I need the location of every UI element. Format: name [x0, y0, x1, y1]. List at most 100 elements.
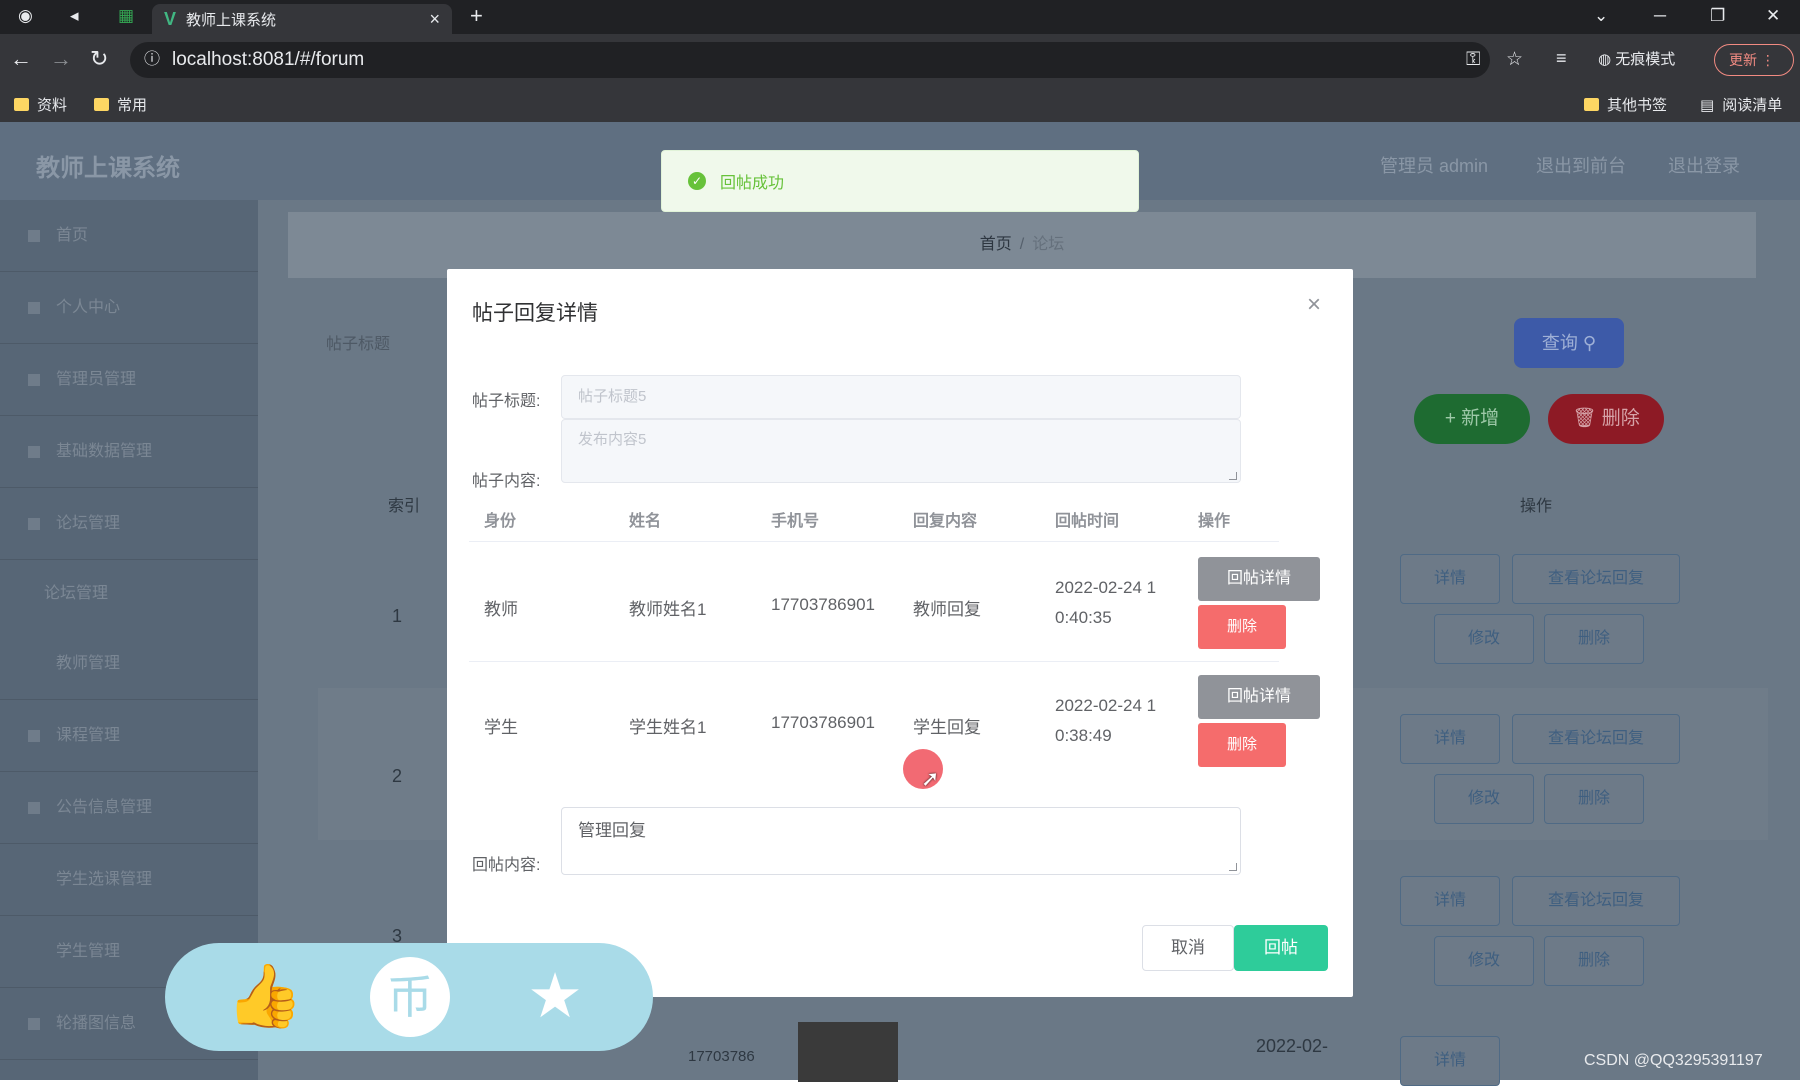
goto-frontend-link[interactable]: 退出到前台 [1536, 152, 1626, 178]
reply-role: 学生 [484, 718, 518, 737]
star-icon[interactable]: ☆ [1506, 42, 1523, 78]
sidebar-item-admin[interactable]: 管理员管理 [0, 344, 258, 416]
restore-icon[interactable]: ❐ [1710, 6, 1725, 26]
reply-name: 教师姓名1 [629, 600, 707, 619]
operation-column-header: 操作 [1520, 498, 1553, 515]
sidebar-item-teacher[interactable]: 教师管理 [0, 628, 258, 700]
thumbs-up-icon[interactable]: 👍 [225, 957, 305, 1037]
col-name: 姓名 [629, 513, 662, 530]
sheets-icon[interactable]: ▦ [118, 6, 134, 26]
breadcrumb-home[interactable]: 首页 [980, 236, 1012, 253]
check-circle-icon: ✓ [688, 172, 706, 190]
query-button[interactable]: 查询 ⚲ [1514, 318, 1624, 368]
incognito-indicator[interactable]: ◍ 无痕模式 [1598, 42, 1675, 78]
add-button[interactable]: + 新增 [1414, 394, 1530, 444]
col-role: 身份 [484, 513, 517, 530]
site-info-icon[interactable]: ⓘ [144, 42, 160, 78]
resize-handle-icon[interactable] [1229, 472, 1237, 480]
folder-icon [14, 98, 29, 111]
detail-button[interactable]: 详情 [1400, 714, 1500, 764]
submit-reply-button[interactable]: 回帖 [1234, 925, 1328, 971]
phone-cell: 17703786 [688, 1048, 755, 1065]
close-icon[interactable]: × [1307, 291, 1321, 319]
row-index: 2 [392, 766, 403, 786]
reply-detail-button[interactable]: 回帖详情 [1198, 557, 1320, 601]
course-icon [28, 729, 40, 742]
star-icon[interactable]: ★ [515, 957, 595, 1037]
close-window-icon[interactable]: ✕ [1766, 6, 1780, 26]
bookmark-folder-ziliao[interactable]: 资料 [14, 94, 67, 115]
browser-tab-strip: ◉ ◂ ▦ V 教师上课系统 × + ⌄ ─ ❐ ✕ [0, 0, 1800, 34]
detail-button[interactable]: 详情 [1400, 554, 1500, 604]
sidebar-item-notice[interactable]: 公告信息管理 [0, 772, 258, 844]
url-input[interactable]: ⓘ localhost:8081/#/forum ⚿ ☆ [130, 42, 1523, 78]
tab-search-icon[interactable]: ⌄ [1594, 6, 1608, 26]
reply-delete-button[interactable]: 删除 [1198, 723, 1286, 767]
new-tab-icon[interactable]: + [470, 3, 483, 29]
divider [469, 661, 1279, 662]
view-reply-button[interactable]: 查看论坛回复 [1512, 714, 1680, 764]
tab-title: 教师上课系统 [186, 11, 277, 29]
back-icon[interactable]: ← [10, 46, 32, 72]
delete-button[interactable]: 删除 [1544, 936, 1644, 986]
reply-content: 学生回复 [913, 718, 981, 737]
reload-icon[interactable]: ↻ [90, 46, 108, 72]
user-icon [28, 301, 40, 314]
view-reply-button[interactable]: 查看论坛回复 [1512, 876, 1680, 926]
index-column-header: 索引 [388, 498, 421, 515]
chrome-logo-icon: ◉ [18, 6, 33, 25]
reply-phone: 17703786901 [771, 595, 876, 614]
sidebar-item-basic-data[interactable]: 基础数据管理 [0, 416, 258, 488]
url-text: localhost:8081/#/forum [172, 49, 365, 70]
bookmark-folder-changyong[interactable]: 常用 [94, 94, 147, 115]
reply-phone: 17703786901 [771, 713, 876, 732]
post-title-field: 帖子标题5 [561, 375, 1241, 419]
resize-handle-icon[interactable] [1229, 863, 1237, 871]
logout-link[interactable]: 退出登录 [1668, 152, 1740, 178]
view-reply-button[interactable]: 查看论坛回复 [1512, 554, 1680, 604]
coin-icon[interactable]: 币 [370, 957, 450, 1037]
detail-button[interactable]: 详情 [1400, 1036, 1500, 1086]
delete-button[interactable]: 删除 [1544, 774, 1644, 824]
post-content-field: 发布内容5 [561, 419, 1241, 483]
col-reply-time: 回帖时间 [1055, 513, 1120, 530]
address-bar-row: ← → ↻ ⓘ localhost:8081/#/forum ⚿ ☆ ≡ ◍ 无… [0, 34, 1800, 86]
home-icon [28, 229, 40, 242]
update-button[interactable]: 更新 ⋮ [1714, 44, 1794, 76]
cancel-button[interactable]: 取消 [1142, 925, 1234, 971]
reading-list-icon[interactable]: ≡ [1556, 48, 1567, 69]
batch-delete-button[interactable]: 🗑 删除 [1548, 394, 1664, 444]
reply-detail-button[interactable]: 回帖详情 [1198, 675, 1320, 719]
mute-icon[interactable]: ◂ [70, 6, 79, 26]
success-toast: ✓ 回帖成功 [661, 150, 1139, 212]
admin-label: 管理员 admin [1380, 156, 1489, 176]
reply-content-input[interactable]: 管理回复 [561, 807, 1241, 875]
reply-content-label: 回帖内容: [472, 857, 541, 874]
app-title: 教师上课系统 [36, 155, 180, 182]
forward-icon[interactable]: → [50, 46, 72, 72]
post-title-label: 帖子标题: [472, 393, 541, 410]
search-label: 帖子标题 [326, 336, 391, 353]
active-tab[interactable]: V 教师上课系统 × [152, 4, 452, 34]
sidebar-item-forum[interactable]: 论坛管理 [0, 488, 258, 560]
sidebar-item-home[interactable]: 首页 [0, 200, 258, 272]
detail-button[interactable]: 详情 [1400, 876, 1500, 926]
edit-button[interactable]: 修改 [1434, 614, 1534, 664]
minimize-icon[interactable]: ─ [1654, 6, 1666, 26]
trash-icon: 🗑 [1572, 408, 1602, 429]
key-icon[interactable]: ⚿ [1466, 42, 1480, 78]
edit-button[interactable]: 修改 [1434, 936, 1534, 986]
close-tab-icon[interactable]: × [429, 9, 440, 30]
sidebar-item-profile[interactable]: 个人中心 [0, 272, 258, 344]
search-icon: ⚲ [1582, 333, 1597, 353]
sidebar-subitem-forum[interactable]: 论坛管理 [0, 560, 258, 628]
sidebar-item-enrollment[interactable]: 学生选课管理 [0, 844, 258, 916]
reply-time: 2022-02-24 1 0:40:35 [1055, 578, 1157, 627]
delete-button[interactable]: 删除 [1544, 614, 1644, 664]
other-bookmarks[interactable]: 其他书签 [1584, 94, 1667, 115]
edit-button[interactable]: 修改 [1434, 774, 1534, 824]
reply-delete-button[interactable]: 删除 [1198, 605, 1286, 649]
reading-list[interactable]: ▤ 阅读清单 [1700, 94, 1782, 115]
reply-name: 学生姓名1 [629, 718, 707, 737]
sidebar-item-course[interactable]: 课程管理 [0, 700, 258, 772]
